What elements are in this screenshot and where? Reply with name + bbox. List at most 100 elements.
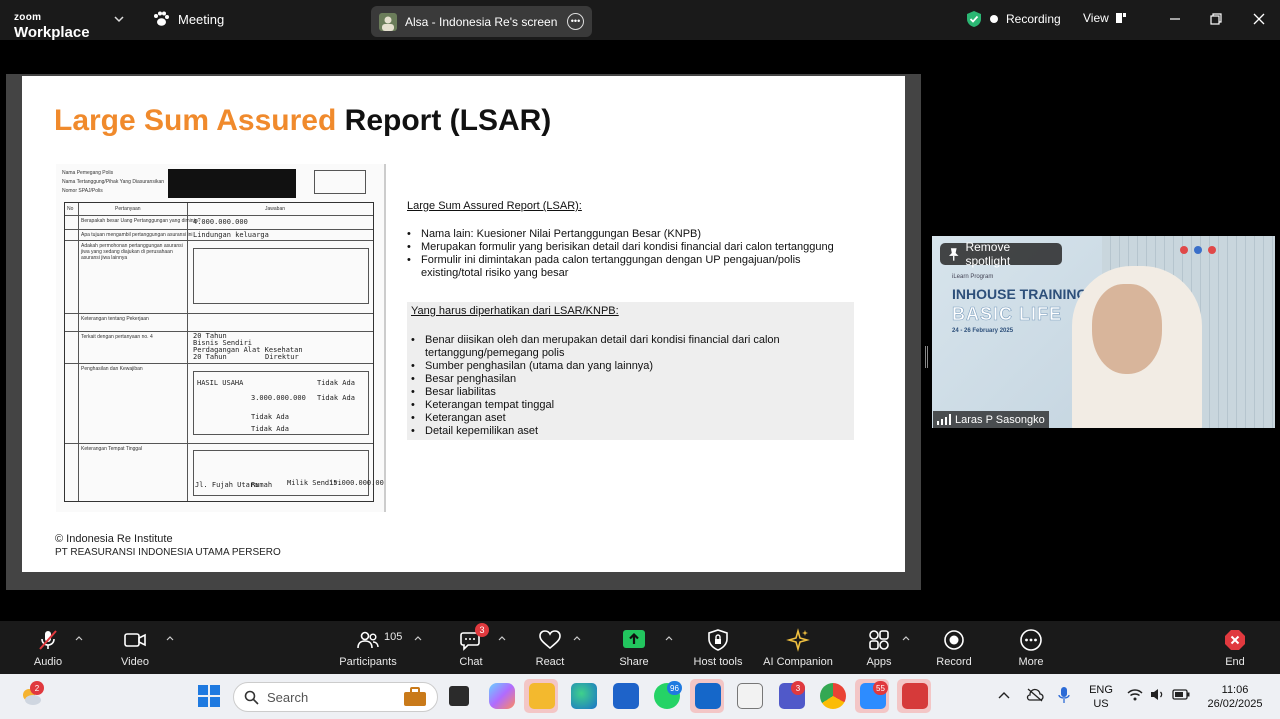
file-explorer-icon[interactable] bbox=[529, 683, 555, 709]
taskbar-search[interactable]: Search bbox=[233, 682, 438, 712]
chevron-down-icon[interactable] bbox=[113, 13, 125, 25]
end-button[interactable]: End bbox=[1195, 627, 1275, 668]
participant-name-tag: Laras P Sasongko bbox=[933, 411, 1049, 428]
screen-share-indicator[interactable]: Alsa - Indonesia Re's screen ••• bbox=[371, 6, 592, 37]
panel-resize-handle[interactable] bbox=[925, 346, 928, 368]
cloud-offline-icon[interactable] bbox=[1026, 688, 1044, 702]
section1-item: Formulir ini dimintakan pada calon terta… bbox=[407, 254, 834, 267]
signal-icon bbox=[937, 414, 951, 425]
audio-options-caret-icon[interactable] bbox=[75, 635, 83, 641]
doc-col-answer: Jawaban bbox=[265, 206, 286, 212]
section2-item-continued: tertanggung/pemegang polis bbox=[425, 347, 565, 359]
apps-options-caret-icon[interactable] bbox=[902, 635, 910, 641]
store-icon[interactable] bbox=[613, 683, 639, 709]
volume-icon[interactable] bbox=[1150, 688, 1166, 701]
briefcase-icon bbox=[404, 687, 426, 706]
banner-line1: INHOUSE TRAINING bbox=[952, 286, 1088, 302]
video-options-caret-icon[interactable] bbox=[166, 635, 174, 641]
close-icon[interactable] bbox=[1252, 12, 1266, 26]
windows-start-icon[interactable] bbox=[198, 685, 220, 707]
logo-line1: zoom bbox=[14, 12, 42, 23]
security-app-icon[interactable] bbox=[902, 683, 928, 709]
elo-app-icon[interactable] bbox=[737, 683, 763, 709]
doc-a7a: Jl. Fujah Utara bbox=[195, 481, 259, 489]
doc-a6c: 3.000.000.000 bbox=[251, 394, 306, 402]
copilot-icon[interactable] bbox=[489, 683, 515, 709]
doc-q3: Adakah permohonan pertanggungan asuransi… bbox=[81, 243, 183, 261]
share-options-caret-icon[interactable] bbox=[665, 635, 673, 641]
react-button[interactable]: React bbox=[510, 627, 590, 668]
section2-item: Keterangan tempat tinggal bbox=[411, 399, 854, 412]
logo-dot-red bbox=[1180, 246, 1188, 254]
audio-button[interactable]: Audio bbox=[8, 627, 88, 668]
doc-a6a: HASIL USAHA bbox=[197, 379, 244, 387]
tray-overflow-icon[interactable] bbox=[998, 691, 1010, 699]
doc-q4: Keterangan tentang Pekerjaan bbox=[81, 316, 149, 322]
chrome-icon[interactable] bbox=[820, 683, 846, 709]
section1-item: Nama lain: Kuesioner Nilai Pertanggungan… bbox=[407, 228, 834, 241]
share-label: Share bbox=[619, 656, 649, 668]
battery-icon[interactable] bbox=[1172, 689, 1190, 700]
view-button[interactable]: View bbox=[1083, 11, 1127, 25]
language-line2: US bbox=[1093, 698, 1109, 710]
video-button[interactable]: Video bbox=[95, 627, 175, 668]
sponsor-logos bbox=[1180, 242, 1270, 258]
chat-options-caret-icon[interactable] bbox=[498, 635, 506, 641]
weather-badge: 2 bbox=[30, 681, 44, 695]
outlook-icon[interactable] bbox=[695, 683, 721, 709]
microphone-icon[interactable] bbox=[1058, 686, 1070, 704]
react-options-caret-icon[interactable] bbox=[573, 635, 581, 641]
end-call-icon bbox=[1225, 630, 1245, 650]
search-placeholder: Search bbox=[267, 689, 309, 705]
banner-program-label: iLearn Program bbox=[952, 274, 994, 280]
doc-table: No Pertanyaan Jawaban Berapakah besar Ua… bbox=[64, 202, 384, 502]
recording-indicator[interactable]: Recording bbox=[966, 10, 1061, 28]
video-camera-icon bbox=[124, 633, 146, 647]
presenter-avatar bbox=[379, 12, 397, 31]
participants-options-caret-icon[interactable] bbox=[414, 635, 422, 641]
record-button[interactable]: Record bbox=[914, 627, 994, 668]
paw-icon bbox=[154, 11, 169, 26]
restore-icon[interactable] bbox=[1209, 12, 1223, 26]
doc-a6d: Tidak Ada bbox=[317, 394, 355, 402]
logo-dot-blue bbox=[1194, 246, 1202, 254]
meeting-toolbar: Audio Video Participants 105 3 Chat Reac… bbox=[0, 621, 1280, 674]
shield-check-icon bbox=[967, 11, 981, 27]
wifi-icon[interactable] bbox=[1127, 688, 1143, 701]
more-button[interactable]: More bbox=[991, 627, 1071, 668]
doc-q5: Terkait dengan pertanyaan no. 4 bbox=[81, 334, 153, 340]
edge-icon[interactable] bbox=[571, 683, 597, 709]
zoom-badge: 55 bbox=[873, 681, 888, 695]
section1-item-continued: existing/total risiko yang besar bbox=[421, 267, 569, 279]
logo-line2: Workplace bbox=[14, 24, 90, 41]
section1-item: Merupakan formulir yang berisikan detail… bbox=[407, 241, 834, 254]
section2-heading: Yang harus diperhatikan dari LSAR/KNPB: bbox=[411, 305, 619, 317]
section2-item: Benar diisikan oleh dan merupakan detail… bbox=[411, 334, 854, 347]
apps-label: Apps bbox=[866, 656, 892, 668]
clock[interactable]: 11:06 26/02/2025 bbox=[1200, 683, 1270, 711]
chat-button[interactable]: 3 Chat bbox=[431, 623, 511, 668]
host-tools-button[interactable]: Host tools bbox=[678, 627, 758, 668]
doc-q7: Keterangan Tempat Tinggal bbox=[81, 446, 143, 452]
doc-a5d: 20 Tahun bbox=[193, 353, 227, 361]
language-indicator[interactable]: ENG US bbox=[1086, 683, 1116, 711]
host-tools-label: Host tools bbox=[693, 656, 743, 668]
share-button[interactable]: Share bbox=[594, 627, 674, 668]
section2-item: Sumber penghasilan (utama dan yang lainn… bbox=[411, 360, 854, 373]
remove-spotlight-button[interactable]: Remove spotlight bbox=[940, 240, 1062, 268]
task-view-icon[interactable] bbox=[449, 686, 469, 706]
ai-companion-button[interactable]: AI Companion bbox=[758, 627, 838, 668]
section1-heading: Large Sum Assured Report (LSAR): bbox=[407, 200, 582, 212]
more-label: More bbox=[1018, 656, 1044, 668]
meeting-button[interactable]: Meeting bbox=[152, 11, 224, 27]
slide-title-black: Report (LSAR) bbox=[344, 104, 552, 137]
apps-button[interactable]: Apps bbox=[839, 627, 919, 668]
minimize-icon[interactable] bbox=[1168, 12, 1182, 26]
weather-widget[interactable]: 2 bbox=[20, 681, 44, 706]
search-icon bbox=[244, 690, 259, 705]
whatsapp-badge: 96 bbox=[667, 681, 682, 695]
sparkle-icon bbox=[786, 628, 810, 652]
more-options-icon[interactable]: ••• bbox=[567, 13, 584, 30]
redaction-box bbox=[168, 169, 296, 198]
clock-date: 26/02/2025 bbox=[1207, 698, 1263, 710]
